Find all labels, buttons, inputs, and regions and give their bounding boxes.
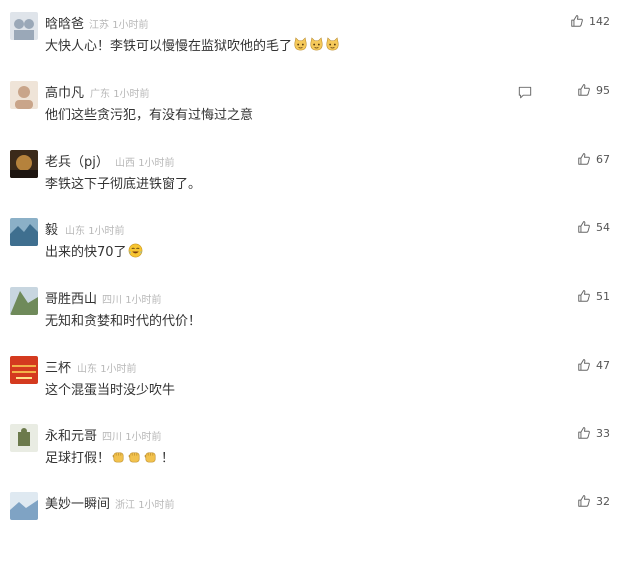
avatar[interactable] <box>10 218 38 246</box>
thumbs-up-icon[interactable] <box>577 289 591 303</box>
comment-time: 1小时前 <box>138 158 175 169</box>
comment-time: 1小时前 <box>100 364 137 375</box>
comment-item: 三杯 山东 1小时前这个混蛋当时没少吹牛 47 <box>0 356 636 425</box>
comment-location: 广东 <box>90 89 110 100</box>
cat-emoji <box>293 37 308 52</box>
like-count: 95 <box>596 83 610 97</box>
comment-location: 四川 <box>102 295 122 306</box>
commenter-name[interactable]: 哥胜西山 <box>45 288 97 307</box>
like-count: 33 <box>596 426 610 440</box>
comment-location: 山东 <box>65 226 85 237</box>
commenter-name[interactable]: 永和元哥 <box>45 425 97 444</box>
comment-text: 出来的快70了 <box>45 241 143 260</box>
comment-meta: 广东 1小时前 <box>90 85 150 100</box>
comment-body: 无知和贪婪和时代的代价！ <box>45 314 202 329</box>
comment-location: 四川 <box>102 432 122 443</box>
avatar[interactable] <box>10 356 38 384</box>
crying-laughing-emoji <box>128 243 143 258</box>
comment-time: 1小时前 <box>125 432 162 443</box>
avatar[interactable] <box>10 287 38 315</box>
comment-time: 1小时前 <box>125 295 162 306</box>
comment-text: 无知和贪婪和时代的代价！ <box>45 310 201 329</box>
cat-emoji <box>309 37 324 52</box>
comment-text: 这个混蛋当时没少吹牛 <box>45 379 175 398</box>
avatar[interactable] <box>10 492 38 520</box>
comment-meta: 山东 1小时前 <box>65 222 125 237</box>
comment-item: 老兵（pj） 山西 1小时前李铁这下子彻底进铁窗了。 67 <box>0 150 636 219</box>
comment-time: 1小时前 <box>112 20 149 31</box>
fist-emoji <box>127 449 142 464</box>
comment-item: 永和元哥 四川 1小时前足球打假！ ！ 33 <box>0 424 636 493</box>
fist-emoji <box>111 449 126 464</box>
comment-location: 山西 <box>115 158 135 169</box>
avatar[interactable] <box>10 150 38 178</box>
like-count: 51 <box>596 289 610 303</box>
comment-text: 大快人心！李铁可以慢慢在监狱吹他的毛了 <box>45 35 340 54</box>
avatar[interactable] <box>10 81 38 109</box>
commenter-name[interactable]: 老兵（pj） <box>45 151 109 170</box>
comment-body: 这个混蛋当时没少吹牛 <box>45 383 176 398</box>
thumbs-up-icon[interactable] <box>577 358 591 372</box>
comment-item: 高巾凡 广东 1小时前他们这些贪污犯，有没有过悔过之意 95 <box>0 81 636 150</box>
comment-body: 足球打假！ <box>45 451 111 466</box>
commenter-name[interactable]: 毅 <box>45 219 58 238</box>
like-button[interactable]: 47 <box>577 358 610 372</box>
comment-time: 1小时前 <box>113 89 150 100</box>
comment-item: 毅山东 1小时前出来的快70了 54 <box>0 218 636 287</box>
like-count: 47 <box>596 358 610 372</box>
avatar[interactable] <box>10 12 38 40</box>
commenter-name[interactable]: 高巾凡 <box>45 82 84 101</box>
comment-meta: 四川 1小时前 <box>102 291 162 306</box>
comment-body: 他们这些贪污犯，有没有过悔过之意 <box>45 108 254 123</box>
like-button[interactable]: 67 <box>577 152 610 166</box>
fist-emoji <box>143 449 158 464</box>
like-button[interactable]: 95 <box>577 83 610 97</box>
comment-meta: 山西 1小时前 <box>115 154 175 169</box>
commenter-name[interactable]: 美妙一瞬间 <box>45 493 110 512</box>
thumbs-up-icon[interactable] <box>577 220 591 234</box>
like-count: 142 <box>589 14 610 28</box>
comment-text: 足球打假！ ！ <box>45 447 174 466</box>
like-button[interactable]: 33 <box>577 426 610 440</box>
avatar[interactable] <box>10 424 38 452</box>
comment-body: 李铁这下子彻底进铁窗了。 <box>45 177 202 192</box>
cat-emoji <box>325 37 340 52</box>
thumbs-up-icon[interactable] <box>577 426 591 440</box>
comment-text: 李铁这下子彻底进铁窗了。 <box>45 173 201 192</box>
comment-location: 江苏 <box>89 20 109 31</box>
comment-item: 晗晗爸 江苏 1小时前大快人心！李铁可以慢慢在监狱吹他的毛了 142 <box>0 12 636 81</box>
comment-body: 大快人心！李铁可以慢慢在监狱吹他的毛了 <box>45 39 293 54</box>
thumbs-up-icon[interactable] <box>577 152 591 166</box>
like-count: 67 <box>596 152 610 166</box>
thumbs-up-icon[interactable] <box>570 14 584 28</box>
comment-meta: 山东 1小时前 <box>77 360 137 375</box>
comment-meta: 浙江 1小时前 <box>115 496 175 511</box>
comment-text: 他们这些贪污犯，有没有过悔过之意 <box>45 104 253 123</box>
like-button[interactable]: 142 <box>570 14 610 28</box>
commenter-name[interactable]: 三杯 <box>45 357 71 376</box>
comment-meta: 四川 1小时前 <box>102 428 162 443</box>
comment-suffix: ！ <box>161 451 175 466</box>
comment-item: 哥胜西山 四川 1小时前无知和贪婪和时代的代价！ 51 <box>0 287 636 356</box>
commenter-name[interactable]: 晗晗爸 <box>45 13 84 32</box>
reply-icon[interactable] <box>518 84 532 99</box>
like-button[interactable]: 51 <box>577 289 610 303</box>
comment-body: 出来的快70了 <box>45 245 127 260</box>
comment-meta: 江苏 1小时前 <box>89 16 149 31</box>
like-button[interactable]: 54 <box>577 220 610 234</box>
comment-time: 1小时前 <box>88 226 125 237</box>
comment-item: 美妙一瞬间 浙江 1小时前 32 <box>0 492 636 561</box>
thumbs-up-icon[interactable] <box>577 83 591 97</box>
comment-location: 山东 <box>77 364 97 375</box>
like-count: 54 <box>596 220 610 234</box>
